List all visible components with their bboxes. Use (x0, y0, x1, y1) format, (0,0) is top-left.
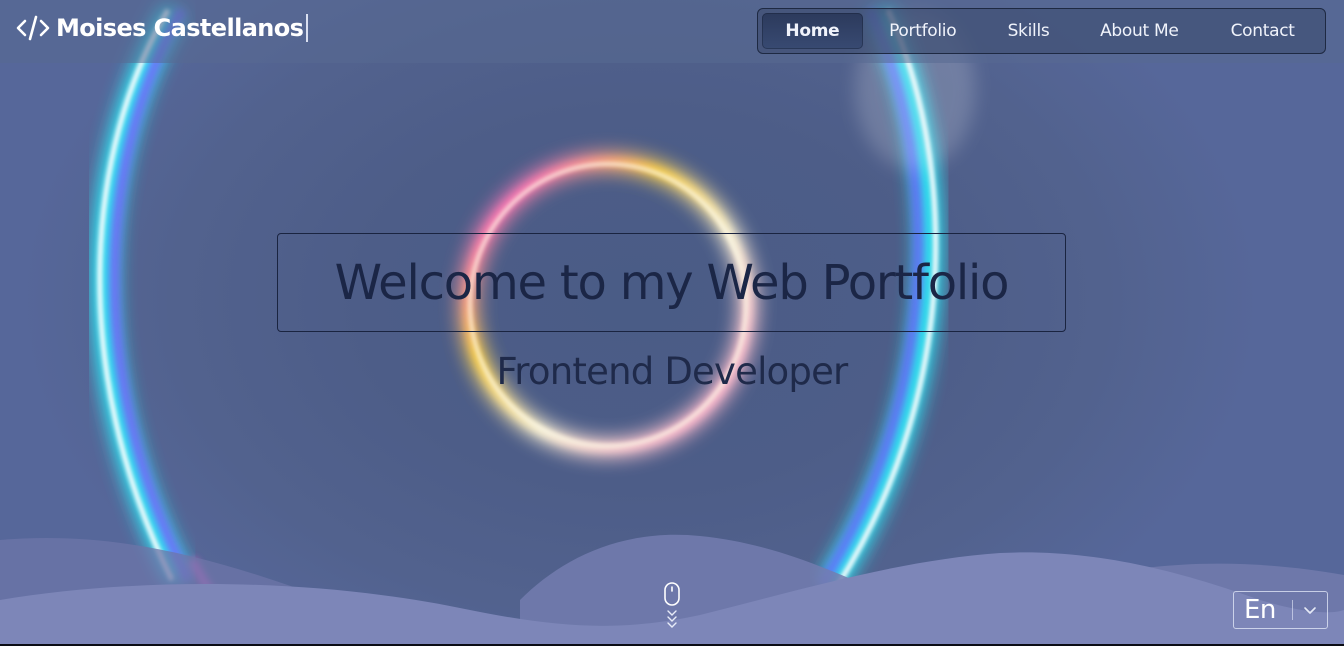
code-icon (16, 15, 50, 41)
typing-cursor (306, 14, 309, 42)
hero-title: Welcome to my Web Portfolio (334, 254, 1010, 311)
mouse-scroll-icon[interactable] (662, 581, 682, 633)
nav-item-portfolio[interactable]: Portfolio (863, 13, 983, 49)
nav-item-contact[interactable]: Contact (1204, 13, 1321, 49)
hero-subtitle: Frontend Developer (496, 350, 849, 393)
chevron-down-icon (1293, 605, 1327, 615)
brand-name: Moises Castellanos (56, 14, 304, 42)
brand-logo[interactable]: Moises Castellanos (16, 13, 309, 43)
large-ring-left (91, 3, 232, 618)
language-select[interactable]: En (1233, 591, 1328, 629)
nav-item-home[interactable]: Home (762, 13, 863, 49)
top-header: Moises Castellanos Home Portfolio Skills… (0, 0, 1344, 63)
language-selected-value: En (1244, 595, 1276, 625)
nav-item-skills[interactable]: Skills (983, 13, 1075, 49)
page: Moises Castellanos Home Portfolio Skills… (0, 0, 1344, 646)
nav-item-about-me[interactable]: About Me (1074, 13, 1204, 49)
hero-title-box: Welcome to my Web Portfolio (277, 233, 1066, 332)
main-nav: Home Portfolio Skills About Me Contact (757, 8, 1326, 54)
